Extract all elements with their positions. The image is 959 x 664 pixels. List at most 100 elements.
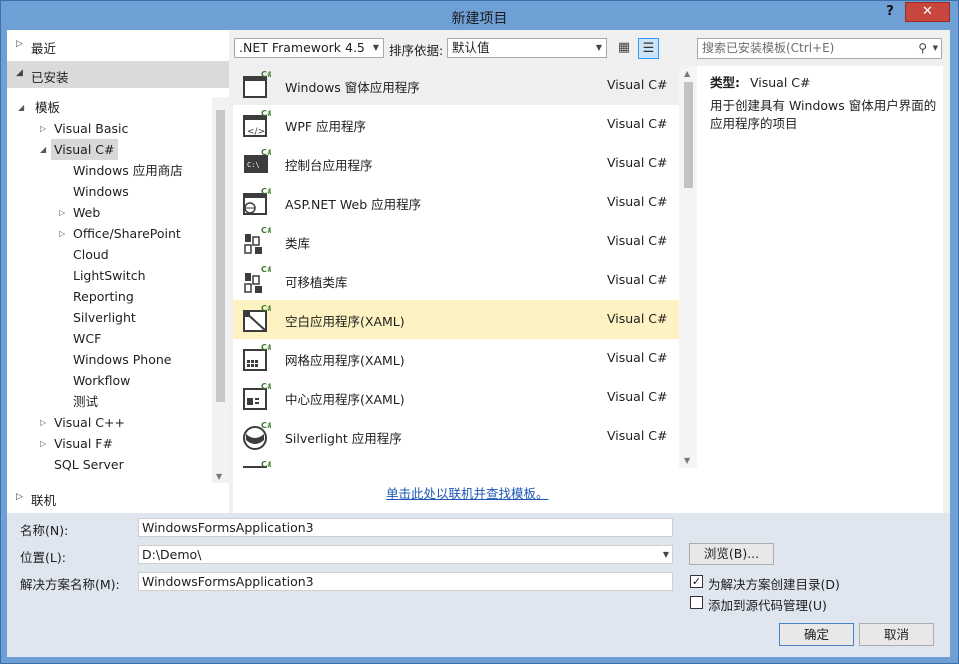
tree-item[interactable]: Cloud [7,244,212,265]
template-item[interactable]: C# [233,456,679,468]
template-item[interactable]: C# 可移植类库 Visual C# [233,261,679,300]
solution-name-field[interactable]: WindowsFormsApplication3 [138,572,673,591]
browse-button[interactable]: 浏览(B)... [689,543,774,565]
template-name: 可移植类库 [285,275,348,290]
source-control-checkbox[interactable] [690,596,703,609]
sort-value: 默认值 [452,40,490,55]
list-view-icon[interactable]: ☰ [638,38,659,59]
svg-text:C#: C# [261,109,271,118]
tree-item[interactable]: Workflow [7,370,212,391]
svg-text:C#: C# [261,343,271,352]
tree-item[interactable]: Silverlight [7,307,212,328]
online-link-area: 单击此处以联机并查找模板。 [233,468,697,513]
tree-scrollbar[interactable]: ▼ [212,97,229,483]
chevron-down-icon[interactable]: ▼ [933,39,938,58]
template-name: WPF 应用程序 [285,119,367,134]
template-name: 中心应用程序(XAML) [285,392,405,407]
help-button[interactable]: ? [881,4,899,22]
collapse-arrow-icon[interactable]: ◢ [18,97,24,118]
template-name: Silverlight 应用程序 [285,431,402,446]
search-input[interactable]: 搜索已安装模板(Ctrl+E) ⚲ ▼ [697,38,942,59]
aspnet-icon: C# [241,186,274,218]
tree-item[interactable]: Windows [7,181,212,202]
search-icon[interactable]: ⚲ [918,39,927,58]
project-name-field[interactable]: WindowsFormsApplication3 [138,518,673,537]
template-name: 类库 [285,236,311,251]
online-header[interactable]: ▷ 联机 [7,483,229,513]
scroll-down-icon[interactable]: ▼ [216,472,222,481]
installed-header[interactable]: ◢ 已安装 [7,61,229,88]
recent-header[interactable]: ▷ 最近 [7,32,229,59]
location-field[interactable]: D:\Demo\ ▼ [138,545,673,564]
tree-item-label: Windows Phone [73,352,172,367]
template-item[interactable]: C# 网格应用程序(XAML) Visual C# [233,339,679,378]
template-language: Visual C# [607,233,668,248]
tree-item-label: Visual C++ [54,415,125,430]
list-scrollbar[interactable]: ▲ ▼ [679,66,697,468]
template-item[interactable]: C# Windows 窗体应用程序 Visual C# [233,66,679,105]
create-directory-checkbox[interactable]: ✓ [690,575,703,588]
chevron-down-icon[interactable]: ▼ [663,546,669,563]
collapse-arrow-icon: ◢ [16,68,23,78]
tree-item-label: Office/SharePoint [73,226,181,241]
close-button[interactable]: ✕ [905,2,950,22]
tree-item[interactable]: Windows Phone [7,349,212,370]
ok-button[interactable]: 确定 [779,623,854,646]
expand-arrow-icon[interactable]: ▷ [40,433,46,454]
expand-arrow-icon[interactable]: ▷ [59,223,65,244]
tree-item[interactable]: ▷ Visual F# [7,433,212,454]
sort-label: 排序依据: [389,43,444,58]
collapse-arrow-icon[interactable]: ◢ [40,139,46,160]
svg-text:C#: C# [261,460,271,468]
template-item[interactable]: C# 类库 Visual C# [233,222,679,261]
tree-item[interactable]: ▷ Visual C++ [7,412,212,433]
scroll-down-icon[interactable]: ▼ [684,456,690,465]
scroll-up-icon[interactable]: ▲ [684,69,690,78]
template-language: Visual C# [607,116,668,131]
tree-item[interactable]: ◢ 模板 [7,97,212,118]
chevron-down-icon: ▼ [372,43,379,52]
class-library-icon: C# [241,225,274,257]
template-item[interactable]: C# 空白应用程序(XAML) Visual C# [233,300,679,339]
framework-select[interactable]: .NET Framework 4.5 ▼ [234,38,384,58]
expand-arrow-icon[interactable]: ▷ [40,412,46,433]
tree-item[interactable]: LightSwitch [7,265,212,286]
tree-item[interactable]: ◢ Visual C# [7,139,212,160]
template-list: C# Windows 窗体应用程序 Visual C# </> C# WPF 应用程序 Vi… [233,66,697,468]
expand-arrow-icon[interactable]: ▷ [40,118,46,139]
hub-app-icon: C# [241,381,274,413]
template-items: C# Windows 窗体应用程序 Visual C# </> C# WPF 应用程序 Vi… [233,66,679,468]
sort-select[interactable]: 默认值 ▼ [447,38,607,58]
tree-item[interactable]: SQL Server [7,454,212,475]
project-settings-form: 名称(N): WindowsFormsApplication3 位置(L): D… [7,513,950,657]
template-item[interactable]: C# Silverlight 应用程序 Visual C# [233,417,679,456]
tree-item-label: SQL Server [54,457,124,472]
installed-label: 已安装 [31,70,69,85]
tree-item[interactable]: ▷ Web [7,202,212,223]
tree-item[interactable]: Windows 应用商店 [7,160,212,181]
tree-scroll-thumb[interactable] [216,110,225,402]
location-label: 位置(L): [20,550,66,565]
search-placeholder: 搜索已安装模板(Ctrl+E) [702,41,835,55]
template-item[interactable]: C# ASP.NET Web 应用程序 Visual C# [233,183,679,222]
tree-item[interactable]: ▷ Office/SharePoint [7,223,212,244]
tree-item[interactable]: Reporting [7,286,212,307]
expand-arrow-icon[interactable]: ▷ [59,202,65,223]
cancel-button[interactable]: 取消 [859,623,934,646]
tree-item[interactable]: WCF [7,328,212,349]
svg-text:C#: C# [261,382,271,391]
grid-view-icon[interactable]: ▦ [614,38,634,58]
template-name: 控制台应用程序 [285,158,373,173]
template-language: Visual C# [607,77,668,92]
tree-item[interactable]: ▷ Visual Basic [7,118,212,139]
tree-item-label: Windows 应用商店 [73,163,183,178]
template-name: 网格应用程序(XAML) [285,353,405,368]
tree-item[interactable]: 测试 [7,391,212,412]
silverlight-icon: C# [241,420,274,452]
template-item[interactable]: C# 中心应用程序(XAML) Visual C# [233,378,679,417]
template-item[interactable]: C:\C# 控制台应用程序 Visual C# [233,144,679,183]
expand-arrow-icon: ▷ [16,492,23,502]
find-templates-online-link[interactable]: 单击此处以联机并查找模板。 [386,483,549,502]
list-scroll-thumb[interactable] [684,82,693,188]
template-item[interactable]: </> C# WPF 应用程序 Visual C# [233,105,679,144]
